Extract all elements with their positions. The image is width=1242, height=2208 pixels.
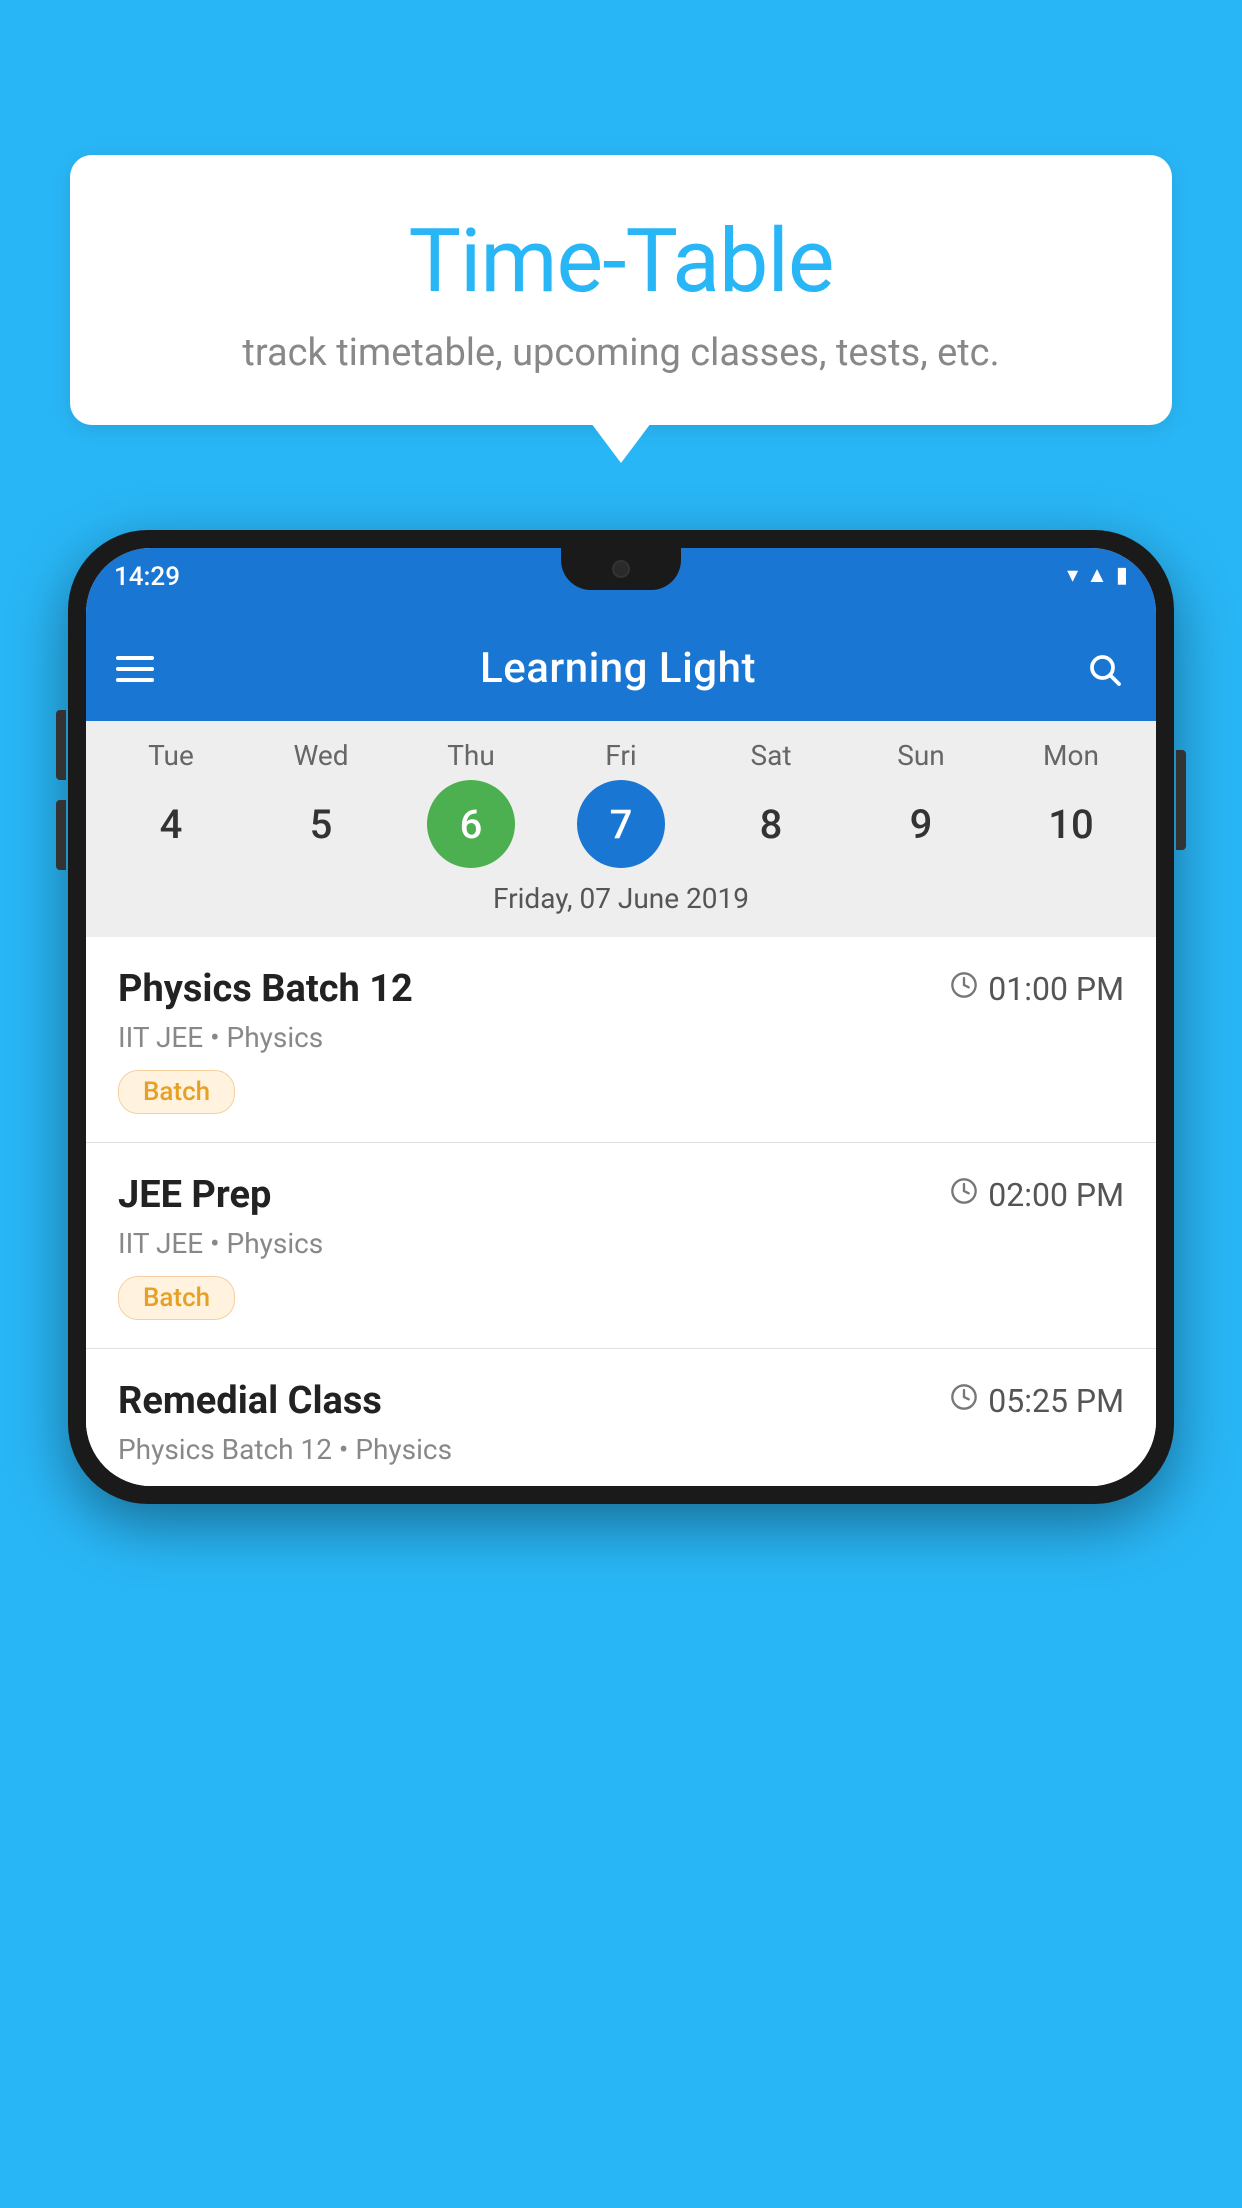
calendar-day-10[interactable]: 10 — [1027, 780, 1115, 868]
schedule-item-1-time-text: 01:00 PM — [988, 970, 1124, 1008]
volume-down-button — [56, 800, 66, 870]
schedule-item-1-tag: Batch — [118, 1070, 235, 1114]
day-header-sat: Sat — [727, 739, 815, 772]
bubble-subtitle: track timetable, upcoming classes, tests… — [130, 331, 1112, 375]
bubble-title: Time-Table — [130, 210, 1112, 313]
calendar-day-8[interactable]: 8 — [727, 780, 815, 868]
schedule-item-1-time: 01:00 PM — [950, 970, 1124, 1008]
selected-date-label: Friday, 07 June 2019 — [86, 868, 1156, 927]
schedule-item-1[interactable]: Physics Batch 12 01:00 PM IIT JEE • P — [86, 937, 1156, 1143]
schedule-item-2-row: JEE Prep 02:00 PM — [118, 1173, 1124, 1217]
schedule-item-3[interactable]: Remedial Class 05:25 PM Physics Batch — [86, 1349, 1156, 1486]
camera-dot — [612, 560, 630, 578]
schedule-item-3-row: Remedial Class 05:25 PM — [118, 1379, 1124, 1423]
schedule-item-1-title: Physics Batch 12 — [118, 967, 413, 1011]
day-header-sun: Sun — [877, 739, 965, 772]
schedule-item-2-title: JEE Prep — [118, 1173, 271, 1217]
speech-bubble-container: Time-Table track timetable, upcoming cla… — [70, 155, 1172, 425]
schedule-item-3-title: Remedial Class — [118, 1379, 382, 1423]
wifi-icon: ▾ — [1067, 563, 1078, 588]
signal-icon: ▲ — [1086, 562, 1108, 588]
hamburger-line — [116, 656, 154, 660]
day-header-mon: Mon — [1027, 739, 1115, 772]
schedule-item-3-time-text: 05:25 PM — [988, 1382, 1124, 1420]
search-button[interactable] — [1082, 647, 1126, 691]
calendar-day-6-today[interactable]: 6 — [427, 780, 515, 868]
hamburger-menu-button[interactable] — [116, 656, 154, 682]
schedule-list: Physics Batch 12 01:00 PM IIT JEE • P — [86, 937, 1156, 1486]
speech-bubble: Time-Table track timetable, upcoming cla… — [70, 155, 1172, 425]
day-header-fri: Fri — [577, 739, 665, 772]
day-header-wed: Wed — [277, 739, 365, 772]
phone-mockup: 14:29 ▾ ▲ ▮ Learning Light — [68, 530, 1174, 1504]
volume-up-button — [56, 710, 66, 780]
power-button — [1176, 750, 1186, 850]
schedule-item-2-time-text: 02:00 PM — [988, 1176, 1124, 1214]
status-icons: ▾ ▲ ▮ — [1067, 558, 1128, 588]
day-header-tue: Tue — [127, 739, 215, 772]
phone-notch — [561, 548, 681, 590]
calendar-day-4[interactable]: 4 — [127, 780, 215, 868]
schedule-item-1-subtitle: IIT JEE • Physics — [118, 1021, 1124, 1054]
hamburger-line — [116, 678, 154, 682]
schedule-item-3-time: 05:25 PM — [950, 1382, 1124, 1420]
calendar-strip: Tue Wed Thu Fri Sat Sun Mon 4 5 6 7 8 9 … — [86, 721, 1156, 937]
phone-screen: 14:29 ▾ ▲ ▮ Learning Light — [86, 548, 1156, 1486]
clock-icon-3 — [950, 1383, 978, 1419]
schedule-item-1-row: Physics Batch 12 01:00 PM — [118, 967, 1124, 1011]
app-bar: Learning Light — [86, 616, 1156, 721]
schedule-item-2[interactable]: JEE Prep 02:00 PM IIT JEE • Physics — [86, 1143, 1156, 1349]
calendar-day-7-selected[interactable]: 7 — [577, 780, 665, 868]
schedule-item-3-subtitle: Physics Batch 12 • Physics — [118, 1433, 1124, 1466]
status-bar: 14:29 ▾ ▲ ▮ — [86, 548, 1156, 616]
schedule-item-2-tag: Batch — [118, 1276, 235, 1320]
schedule-item-2-time: 02:00 PM — [950, 1176, 1124, 1214]
clock-icon-2 — [950, 1177, 978, 1213]
schedule-item-2-subtitle: IIT JEE • Physics — [118, 1227, 1124, 1260]
phone-outer: 14:29 ▾ ▲ ▮ Learning Light — [68, 530, 1174, 1504]
hamburger-line — [116, 667, 154, 671]
calendar-day-5[interactable]: 5 — [277, 780, 365, 868]
day-headers: Tue Wed Thu Fri Sat Sun Mon — [86, 739, 1156, 780]
calendar-day-9[interactable]: 9 — [877, 780, 965, 868]
app-title: Learning Light — [480, 644, 756, 693]
status-time: 14:29 — [114, 558, 180, 592]
day-header-thu: Thu — [427, 739, 515, 772]
battery-icon: ▮ — [1116, 563, 1128, 588]
day-numbers: 4 5 6 7 8 9 10 — [86, 780, 1156, 868]
clock-icon — [950, 971, 978, 1007]
